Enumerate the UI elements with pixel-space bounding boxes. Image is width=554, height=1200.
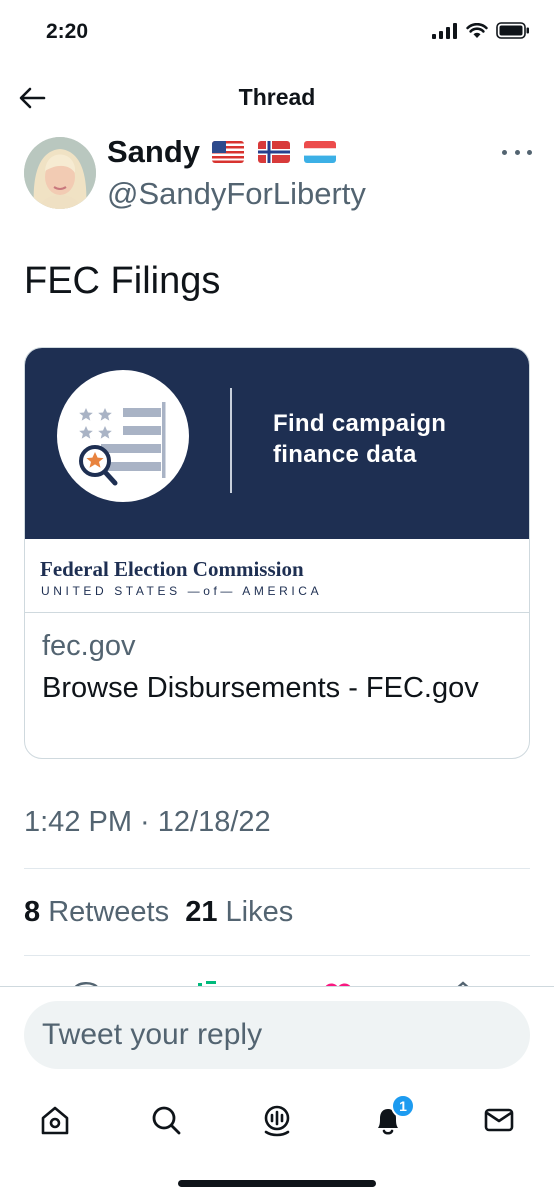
tab-messages[interactable]: [477, 1098, 521, 1142]
notifications-badge: 1: [391, 1094, 415, 1118]
author-handle[interactable]: @SandyForLiberty: [107, 176, 366, 212]
page-title: Thread: [238, 84, 316, 110]
flag-emojis: [212, 141, 337, 163]
retweets-count[interactable]: 8: [24, 896, 40, 928]
divider: [24, 955, 530, 956]
fec-org-subtitle: UNITED STATES —of— AMERICA: [41, 584, 323, 598]
battery-icon: [496, 22, 529, 39]
norway-flag-icon: [258, 141, 291, 163]
card-banner-text: Find campaign finance data: [273, 410, 447, 468]
bottom-tab-bar: 1: [0, 1090, 554, 1150]
tab-notifications[interactable]: 1: [366, 1094, 415, 1142]
tab-home[interactable]: [33, 1098, 77, 1142]
status-icons: [432, 22, 530, 39]
tab-search[interactable]: [144, 1098, 188, 1142]
search-icon: [152, 1106, 181, 1135]
fec-search-logo-icon: [79, 402, 166, 486]
retweets-label[interactable]: Retweets: [48, 896, 169, 928]
card-logo-circle: [57, 370, 189, 502]
more-icon: [502, 149, 507, 155]
luxembourg-flag-icon: [304, 141, 337, 163]
wifi-icon: [466, 22, 488, 38]
more-options-button[interactable]: [502, 140, 532, 164]
card-domain: fec.gov: [42, 630, 136, 662]
divider: [24, 868, 530, 869]
home-indicator: [178, 1180, 376, 1187]
link-card[interactable]: Find campaign finance data Federal Elect…: [24, 347, 530, 759]
nav-header: Thread: [0, 66, 554, 130]
spaces-icon: [264, 1105, 290, 1137]
status-bar: 2:20: [0, 0, 554, 66]
likes-label[interactable]: Likes: [226, 896, 294, 928]
tweet-timestamp: 1:42 PM · 12/18/22: [24, 806, 271, 838]
reply-input[interactable]: [24, 1001, 530, 1069]
author-name-text: Sandy: [107, 134, 201, 169]
tab-spaces[interactable]: [255, 1098, 299, 1142]
us-flag-icon: [212, 141, 245, 163]
card-title: Browse Disbursements - FEC.gov: [42, 672, 479, 704]
fec-org-name: Federal Election Commission: [40, 557, 304, 581]
card-banner: Find campaign finance data: [25, 348, 529, 539]
avatar[interactable]: [24, 137, 96, 209]
home-icon: [41, 1106, 69, 1135]
avatar-image: [24, 137, 96, 209]
card-org: Federal Election Commission UNITED STATE…: [25, 539, 529, 613]
card-divider: [230, 388, 232, 493]
status-time: 2:20: [46, 20, 89, 43]
likes-count[interactable]: 21: [185, 896, 217, 928]
signal-icon: [432, 22, 457, 39]
messages-icon: [484, 1108, 514, 1132]
author-name[interactable]: Sandy: [107, 134, 337, 170]
tweet-stats: 8 Retweets 21 Likes: [24, 896, 293, 929]
tweet-text: FEC Filings: [24, 260, 221, 302]
